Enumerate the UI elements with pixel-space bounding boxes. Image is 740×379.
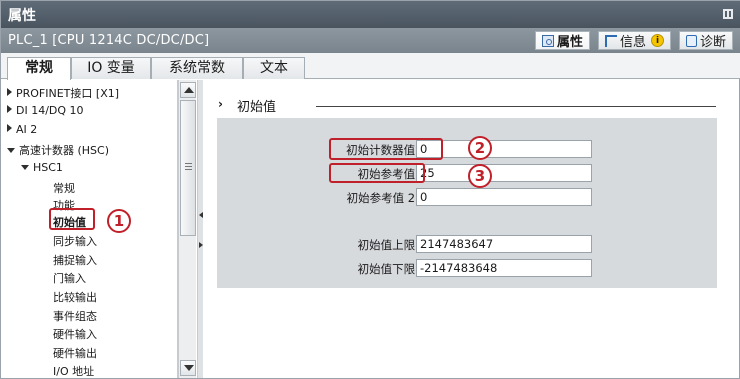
tree-item-label: 高速计数器 (HSC) bbox=[19, 144, 110, 157]
tab-bar: 常规 IO 变量 系统常数 文本 bbox=[1, 53, 740, 80]
initial-reference-value-2-field[interactable]: 0 bbox=[416, 188, 592, 206]
annotation-marker-3: 3 bbox=[468, 164, 492, 188]
annotation-box-3 bbox=[329, 163, 425, 183]
tree-item-label: AI 2 bbox=[16, 123, 38, 136]
label-upper-limit: 初始值上限: bbox=[357, 238, 419, 252]
tree-item-hw-outputs[interactable]: 硬件输出 bbox=[53, 345, 97, 361]
tree-item-profinet[interactable]: PROFINET接口 [X1] bbox=[7, 85, 119, 101]
label-lower-limit: 初始值下限: bbox=[357, 262, 419, 276]
expand-icon[interactable] bbox=[7, 124, 12, 132]
expand-icon[interactable] bbox=[7, 105, 12, 113]
grip-icon bbox=[185, 163, 192, 170]
tree-item-io-address[interactable]: I/O 地址 bbox=[53, 363, 94, 378]
navigation-tree: PROFINET接口 [X1] DI 14/DQ 10 AI 2 高速计数器 (… bbox=[3, 80, 178, 378]
annotation-box-1 bbox=[49, 208, 95, 230]
tab-info[interactable]: 信息 i bbox=[597, 31, 671, 50]
initial-reference-value-field[interactable]: 25 bbox=[416, 164, 592, 182]
tree-item-label: PROFINET接口 [X1] bbox=[16, 87, 120, 100]
info-icon bbox=[604, 34, 617, 47]
arrow-down-icon bbox=[184, 365, 194, 371]
object-header: PLC_1 [CPU 1214C DC/DC/DC] 属性 信息 i 诊断 bbox=[1, 28, 740, 53]
initial-values-panel: 初始计数器值: 0 初始参考值: 25 初始参考值 2: 0 初始值上限: 21… bbox=[217, 118, 717, 288]
expand-icon[interactable] bbox=[7, 88, 12, 96]
upper-limit-field[interactable]: 2147483647 bbox=[416, 235, 592, 253]
pane-splitter[interactable] bbox=[197, 80, 203, 378]
scroll-down-button[interactable] bbox=[180, 360, 196, 376]
tree-item-compare-output[interactable]: 比较输出 bbox=[53, 289, 97, 305]
tab-diagnostics[interactable]: 诊断 bbox=[678, 31, 733, 50]
tab-system-constants[interactable]: 系统常数 bbox=[151, 57, 243, 79]
tree-item-label: HSC1 bbox=[33, 161, 63, 174]
tree-item-hsc1[interactable]: HSC1 bbox=[21, 161, 63, 174]
section-chevron-icon: › bbox=[218, 97, 223, 111]
expand-right-icon[interactable] bbox=[199, 242, 203, 248]
properties-icon bbox=[541, 34, 554, 47]
tab-properties-label: 属性 bbox=[556, 35, 583, 50]
tree-item-di-dq[interactable]: DI 14/DQ 10 bbox=[7, 104, 84, 117]
section-divider bbox=[316, 106, 716, 107]
info-badge-icon: i bbox=[650, 34, 664, 47]
inspector-tabs: 属性 信息 i 诊断 bbox=[534, 31, 733, 50]
diagnostics-icon bbox=[685, 34, 697, 47]
section-title: 初始值 bbox=[237, 100, 277, 115]
lower-limit-field[interactable]: -2147483648 bbox=[416, 259, 592, 277]
tree-item-capture-input[interactable]: 捕捉输入 bbox=[53, 252, 97, 268]
tab-info-label: 信息 bbox=[619, 35, 646, 50]
collapse-icon[interactable] bbox=[21, 165, 29, 170]
tree-item-event-config[interactable]: 事件组态 bbox=[53, 308, 97, 324]
label-initial-reference-value-2: 初始参考值 2: bbox=[346, 191, 419, 205]
collapse-left-icon[interactable] bbox=[199, 212, 203, 218]
tree-item-hw-inputs[interactable]: 硬件输入 bbox=[53, 326, 97, 342]
tab-properties[interactable]: 属性 bbox=[534, 31, 590, 50]
tab-io-tags[interactable]: IO 变量 bbox=[71, 57, 151, 79]
tree-item-gate-input[interactable]: 门输入 bbox=[53, 270, 86, 286]
inspector-window: 属性 PLC_1 [CPU 1214C DC/DC/DC] 属性 信息 i 诊断… bbox=[0, 0, 740, 379]
tree-item-hsc[interactable]: 高速计数器 (HSC) bbox=[7, 142, 109, 158]
collapse-icon[interactable] bbox=[7, 148, 15, 153]
tab-texts[interactable]: 文本 bbox=[243, 57, 305, 79]
annotation-marker-1: 1 bbox=[107, 209, 131, 233]
annotation-marker-2: 2 bbox=[468, 136, 492, 160]
window-title: 属性 bbox=[8, 8, 36, 24]
tree-scrollbar[interactable] bbox=[178, 80, 196, 378]
scroll-thumb[interactable] bbox=[180, 100, 196, 236]
properties-content: › 初始值 初始计数器值: 0 初始参考值: 25 初始参考值 2: 0 初始值… bbox=[204, 80, 739, 378]
maximize-icon[interactable] bbox=[723, 9, 733, 19]
title-bar: 属性 bbox=[1, 1, 740, 28]
object-name: PLC_1 [CPU 1214C DC/DC/DC] bbox=[8, 33, 210, 48]
tree-item-sync-input[interactable]: 同步输入 bbox=[53, 233, 97, 249]
tab-general[interactable]: 常规 bbox=[7, 57, 71, 80]
arrow-up-icon bbox=[184, 87, 194, 93]
tree-item-ai[interactable]: AI 2 bbox=[7, 123, 37, 136]
tree-item-label: DI 14/DQ 10 bbox=[16, 104, 84, 117]
tab-diagnostics-label: 诊断 bbox=[699, 35, 726, 50]
annotation-box-2 bbox=[329, 138, 443, 160]
scroll-up-button[interactable] bbox=[180, 82, 196, 98]
tree-item-general[interactable]: 常规 bbox=[53, 180, 75, 196]
